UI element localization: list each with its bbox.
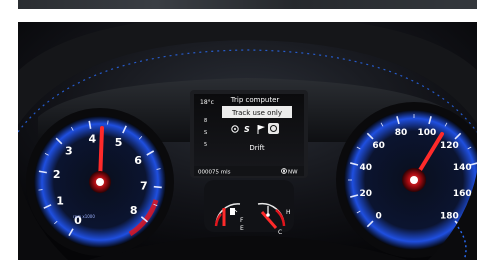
dial-label: 3 bbox=[65, 145, 73, 158]
dial-label: 100 bbox=[418, 128, 437, 138]
trip-computer-subtitle: Track use only bbox=[231, 109, 282, 117]
cluster-drawing: 01234 5678 rpm x1000 020406080 10012014016… bbox=[18, 22, 477, 260]
dial-label: 120 bbox=[440, 141, 459, 151]
dial-label: 180 bbox=[440, 212, 459, 222]
dial-label: 60 bbox=[372, 141, 385, 151]
dial-tick bbox=[107, 120, 109, 125]
trip-computer-title: Trip computer bbox=[230, 96, 280, 104]
dial-tick bbox=[153, 185, 162, 189]
dial-label: 6 bbox=[134, 154, 142, 167]
temp-hot-label: H bbox=[286, 209, 291, 216]
fuel-empty-label: E bbox=[240, 225, 244, 232]
instrument-cluster-photo: 012345678 rpm x1000 0 20 40 60 80 100 120 140 16… bbox=[18, 22, 477, 260]
temp-cold-label: C bbox=[278, 229, 282, 236]
tachometer-unit-label: rpm x1000 bbox=[73, 214, 95, 219]
dial-label: 2 bbox=[53, 168, 61, 181]
dial-label: 80 bbox=[395, 128, 408, 138]
dial-label: 40 bbox=[359, 163, 372, 173]
dial-label: 140 bbox=[453, 163, 472, 173]
sport-s-icon: S bbox=[244, 125, 250, 134]
dial-label: 8 bbox=[130, 204, 138, 217]
tachometer: 01234 5678 rpm x1000 bbox=[26, 108, 174, 256]
top-photo-strip bbox=[18, 0, 477, 9]
dial-label: 0 bbox=[376, 212, 382, 222]
outside-temperature: 18°c bbox=[200, 99, 214, 106]
odometer: 000075 mls bbox=[198, 170, 231, 176]
drift-mode-icon bbox=[268, 123, 279, 134]
tachometer-hub-center bbox=[96, 178, 104, 186]
side-label-3: 5 bbox=[204, 142, 207, 148]
side-label-1: 8 bbox=[204, 118, 207, 124]
dial-label: 7 bbox=[140, 180, 148, 193]
fuel-full-label: F bbox=[240, 217, 244, 224]
speedometer-hub-center bbox=[410, 176, 418, 184]
side-label-2: S bbox=[204, 130, 207, 136]
dial-label: 4 bbox=[89, 133, 97, 146]
fuel-and-temp-gauges: F E H C bbox=[204, 180, 294, 236]
dial-label: 1 bbox=[56, 194, 64, 207]
dial-label: 160 bbox=[453, 189, 472, 199]
dial-label: 20 bbox=[359, 189, 372, 199]
dial-tick bbox=[38, 189, 43, 191]
dashboard-photo: 012345678 rpm x1000 0 20 40 60 80 100 120 140 16… bbox=[0, 0, 477, 260]
drive-mode-label: Drift bbox=[249, 144, 265, 152]
compass-heading: NW bbox=[288, 170, 298, 176]
dial-label: 5 bbox=[115, 136, 123, 149]
trip-computer-display: 18°c 8 S 5 Trip computer Track use only … bbox=[190, 90, 308, 178]
